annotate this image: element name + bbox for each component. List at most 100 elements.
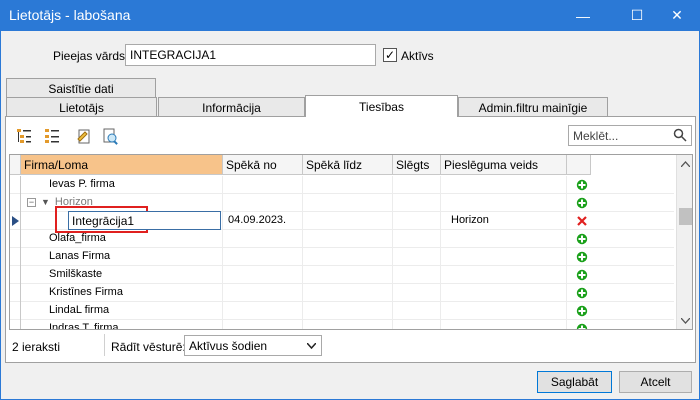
search-icon[interactable] <box>673 128 687 145</box>
table-row[interactable]: Integrācija1 04.09.2023. Horizon <box>10 206 674 233</box>
table-row[interactable]: LindaL firma <box>10 302 674 320</box>
column-header-slegts[interactable]: Slēgts <box>393 155 441 175</box>
tab-admin-filtru-mainigie[interactable]: Admin.filtru mainīgie <box>458 97 608 117</box>
cell-firma[interactable]: Ievas P. firma <box>46 176 118 194</box>
cell-speka-lidz[interactable] <box>303 194 311 212</box>
table-row[interactable]: Kristīnes Firma <box>10 284 674 302</box>
add-icon[interactable] <box>576 269 588 281</box>
cell-piesleguma-veids[interactable] <box>441 302 454 320</box>
vertical-scrollbar[interactable] <box>676 155 692 329</box>
add-icon[interactable] <box>576 251 588 263</box>
table-row[interactable]: Ievas P. firma <box>10 176 674 194</box>
history-select[interactable]: Aktīvus šodien <box>184 335 322 356</box>
cell-speka-no[interactable] <box>223 284 231 302</box>
cell-speka-no[interactable] <box>223 302 231 320</box>
view-document-icon[interactable] <box>100 126 120 146</box>
cell-piesleguma-veids[interactable] <box>441 320 454 329</box>
cell-firma[interactable]: Smilškaste <box>46 266 105 284</box>
cell-slegts[interactable] <box>393 212 401 230</box>
cell-speka-no[interactable] <box>223 194 231 212</box>
firma-edit-input[interactable]: Integrācija1 <box>68 211 221 230</box>
cell-slegts[interactable] <box>393 302 401 320</box>
table-row[interactable]: Smilškaste <box>10 266 674 284</box>
collapse-all-icon[interactable] <box>42 126 62 146</box>
row-indicator[interactable] <box>10 176 21 194</box>
expanded-arrow-icon[interactable]: ▼ <box>41 197 50 207</box>
row-indicator[interactable] <box>10 284 21 302</box>
cell-firma[interactable]: Lanas Firma <box>46 248 113 266</box>
cell-speka-lidz[interactable] <box>303 230 311 248</box>
cell-speka-no[interactable] <box>223 176 231 194</box>
cell-piesleguma-veids[interactable] <box>441 248 454 266</box>
collapse-box-icon[interactable]: − <box>27 197 36 207</box>
tab-tiesibas[interactable]: Tiesības <box>305 95 458 117</box>
cell-speka-lidz[interactable] <box>303 302 311 320</box>
cell-piesleguma-veids[interactable] <box>441 266 454 284</box>
cell-speka-no[interactable] <box>223 230 231 248</box>
cell-firma[interactable]: Olafa_firma <box>46 230 109 248</box>
tab-lietotajs[interactable]: Lietotājs <box>6 97 157 117</box>
row-indicator[interactable] <box>10 302 21 320</box>
cell-piesleguma-veids[interactable] <box>441 230 454 248</box>
cell-slegts[interactable] <box>393 176 401 194</box>
scroll-up-icon <box>681 161 690 167</box>
cell-piesleguma-veids[interactable] <box>441 176 454 194</box>
cell-piesleguma-veids[interactable] <box>441 284 454 302</box>
cell-speka-no[interactable] <box>223 266 231 284</box>
row-indicator[interactable] <box>10 230 21 248</box>
add-icon[interactable] <box>576 179 588 191</box>
row-indicator[interactable] <box>10 194 21 212</box>
cell-firma[interactable]: Indras T. firma <box>46 320 122 329</box>
tab-informacija[interactable]: Informācija <box>158 97 305 117</box>
add-icon[interactable] <box>576 197 588 209</box>
add-icon[interactable] <box>576 287 588 299</box>
save-button[interactable]: Saglabāt <box>537 371 612 393</box>
search-input[interactable]: Meklēt... <box>568 125 692 146</box>
add-icon[interactable] <box>576 305 588 317</box>
table-row[interactable]: Indras T. firma <box>10 320 674 329</box>
row-indicator[interactable] <box>10 266 21 284</box>
cell-piesleguma-veids[interactable] <box>441 194 454 212</box>
cell-speka-no[interactable] <box>223 320 231 329</box>
access-name-input[interactable]: INTEGRACIJA1 <box>125 44 376 66</box>
cell-slegts[interactable] <box>393 194 401 212</box>
cell-speka-lidz[interactable] <box>303 248 311 266</box>
add-icon[interactable] <box>576 233 588 245</box>
expand-all-icon[interactable] <box>14 126 34 146</box>
close-button[interactable]: ✕ <box>654 0 700 31</box>
row-indicator[interactable] <box>10 248 21 266</box>
scroll-thumb[interactable] <box>679 208 692 225</box>
cell-firma[interactable]: LindaL firma <box>46 302 112 320</box>
column-header-firma-loma[interactable]: Firma/Loma <box>21 155 223 175</box>
cell-speka-lidz[interactable] <box>303 266 311 284</box>
row-indicator[interactable] <box>10 212 21 230</box>
cell-piesleguma-veids[interactable]: Horizon <box>441 212 492 230</box>
remove-icon[interactable] <box>576 215 588 227</box>
cell-slegts[interactable] <box>393 284 401 302</box>
cell-firma[interactable]: Kristīnes Firma <box>46 284 126 302</box>
tab-saistitie-dati[interactable]: Saistītie dati <box>6 78 156 98</box>
cell-slegts[interactable] <box>393 230 401 248</box>
table-row[interactable]: Olafa_firma <box>10 230 674 248</box>
cell-slegts[interactable] <box>393 248 401 266</box>
cancel-button[interactable]: Atcelt <box>619 371 692 393</box>
column-header-piesleguma-veids[interactable]: Pieslēguma veids <box>441 155 567 175</box>
cell-speka-lidz[interactable] <box>303 284 311 302</box>
column-header-speka-no[interactable]: Spēkā no <box>223 155 303 175</box>
edit-document-icon[interactable] <box>74 126 94 146</box>
cell-slegts[interactable] <box>393 320 401 329</box>
cell-speka-lidz[interactable] <box>303 176 311 194</box>
cell-slegts[interactable] <box>393 266 401 284</box>
active-checkbox[interactable]: ✓ <box>383 48 397 62</box>
add-icon[interactable] <box>576 323 588 329</box>
table-row[interactable]: Lanas Firma <box>10 248 674 266</box>
search-placeholder: Meklēt... <box>573 129 619 143</box>
cell-divider <box>566 212 567 230</box>
cell-speka-lidz[interactable] <box>303 320 311 329</box>
cell-speka-lidz[interactable] <box>303 212 311 230</box>
cell-speka-no[interactable] <box>223 248 231 266</box>
column-header-speka-lidz[interactable]: Spēkā līdz <box>303 155 393 175</box>
minimize-button[interactable]: — <box>560 0 606 31</box>
row-indicator[interactable] <box>10 320 21 329</box>
cell-speka-no[interactable]: 04.09.2023. <box>223 212 289 230</box>
